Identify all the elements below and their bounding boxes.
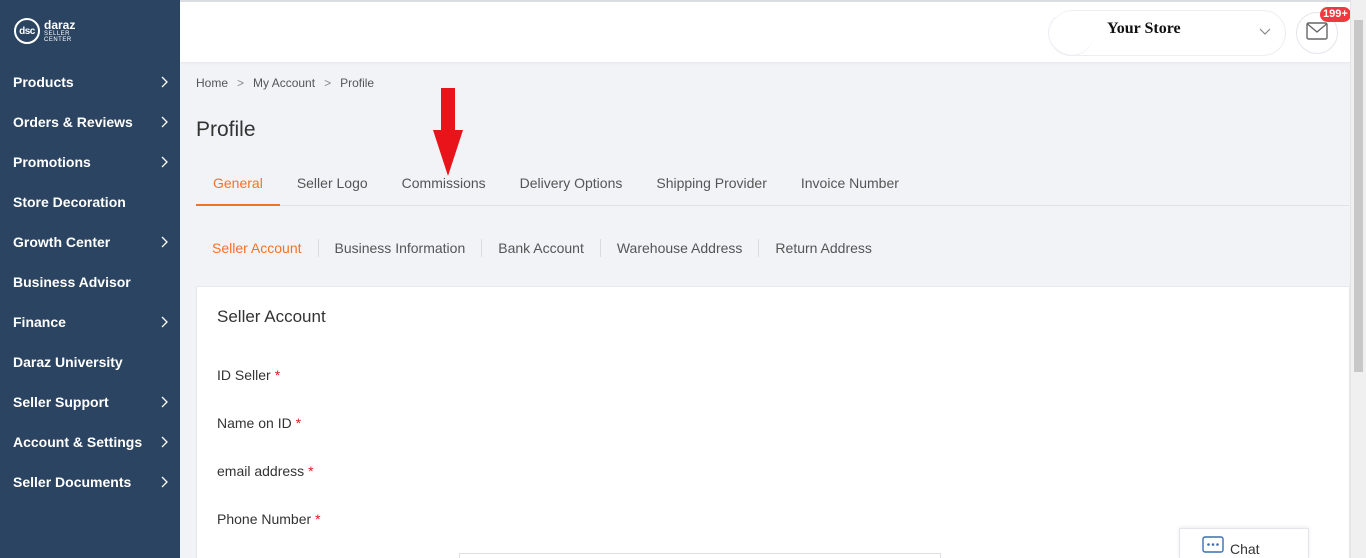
chevron-right-icon [158,115,172,129]
subtab-bank-account[interactable]: Bank Account [482,239,601,257]
sidebar-item-products[interactable]: Products [0,62,180,102]
sidebar-item-promotions[interactable]: Promotions [0,142,180,182]
breadcrumb-my-account[interactable]: My Account [253,76,315,90]
tab-general[interactable]: General [196,162,280,206]
chat-bubble-icon [1202,535,1224,558]
mail-count-badge: 199+ [1320,7,1351,22]
logo-line-1: daraz [44,18,76,32]
sidebar: dsc daraz SELLER CENTER Products Orders … [0,0,180,558]
sidebar-nav: Products Orders & Reviews Promotions Sto… [0,62,180,502]
chevron-right-icon [158,75,172,89]
breadcrumb-separator: > [324,76,332,90]
field-label-email-address: email address * [217,463,314,479]
field-label-id-seller: ID Seller * [217,367,281,383]
tab-shipping-provider[interactable]: Shipping Provider [639,162,784,206]
chevron-right-icon [158,395,172,409]
tab-seller-logo[interactable]: Seller Logo [280,162,385,206]
tab-delivery-options[interactable]: Delivery Options [503,162,640,206]
logo-mark: dsc [14,18,40,44]
required-marker: * [274,367,281,383]
chat-label: Chat [1230,541,1260,557]
tab-invoice-number[interactable]: Invoice Number [784,162,916,206]
top-header: Your Store 199+ [180,0,1366,62]
subtab-warehouse-address[interactable]: Warehouse Address [601,239,760,257]
chevron-right-icon [158,315,172,329]
chevron-right-icon [158,155,172,169]
page-scrollbar[interactable] [1350,0,1366,558]
mail-icon [1306,21,1328,45]
sidebar-item-growth-center[interactable]: Growth Center [0,222,180,262]
sidebar-item-store-decoration[interactable]: Store Decoration [0,182,180,222]
sidebar-item-business-advisor[interactable]: Business Advisor [0,262,180,302]
page-title: Profile [196,118,256,141]
required-marker: * [295,415,302,431]
required-marker: * [315,511,321,527]
logo-line-3: CENTER [44,37,72,43]
subtab-return-address[interactable]: Return Address [759,239,888,257]
chevron-down-icon[interactable] [1258,24,1272,38]
chevron-right-icon [158,475,172,489]
chevron-right-icon [158,435,172,449]
card-title: Seller Account [217,307,326,326]
daraz-seller-center-logo[interactable]: dsc daraz SELLER CENTER [0,0,180,62]
chevron-right-icon [158,235,172,249]
sidebar-item-seller-support[interactable]: Seller Support [0,382,180,422]
breadcrumb-separator: > [237,76,245,90]
breadcrumb-home[interactable]: Home [196,76,228,90]
sidebar-item-finance[interactable]: Finance [0,302,180,342]
breadcrumb: Home > My Account > Profile [196,76,374,90]
field-label-name-on-id: Name on ID * [217,415,302,431]
general-subtabs: Seller Account Business Information Bank… [196,236,888,260]
sidebar-item-daraz-university[interactable]: Daraz University [0,342,180,382]
field-label-phone-number: Phone Number * [217,511,321,527]
scrollbar-thumb[interactable] [1354,20,1363,372]
subtab-seller-account[interactable]: Seller Account [196,239,319,257]
red-arrow-annotation-icon [433,88,463,176]
breadcrumb-profile: Profile [340,76,375,90]
seller-account-card: Seller Account ID Seller * Name on ID * em… [196,286,1350,558]
store-name[interactable]: Your Store [1107,20,1181,38]
phone-number-input[interactable] [459,553,941,558]
required-marker: * [308,463,314,479]
sidebar-item-seller-documents[interactable]: Seller Documents [0,462,180,502]
subtab-business-information[interactable]: Business Information [319,239,483,257]
sidebar-item-account-settings[interactable]: Account & Settings [0,422,180,462]
profile-tabs: General Seller Logo Commissions Delivery… [196,162,1349,206]
sidebar-item-orders-reviews[interactable]: Orders & Reviews [0,102,180,142]
chat-widget[interactable]: Chat [1179,528,1309,558]
